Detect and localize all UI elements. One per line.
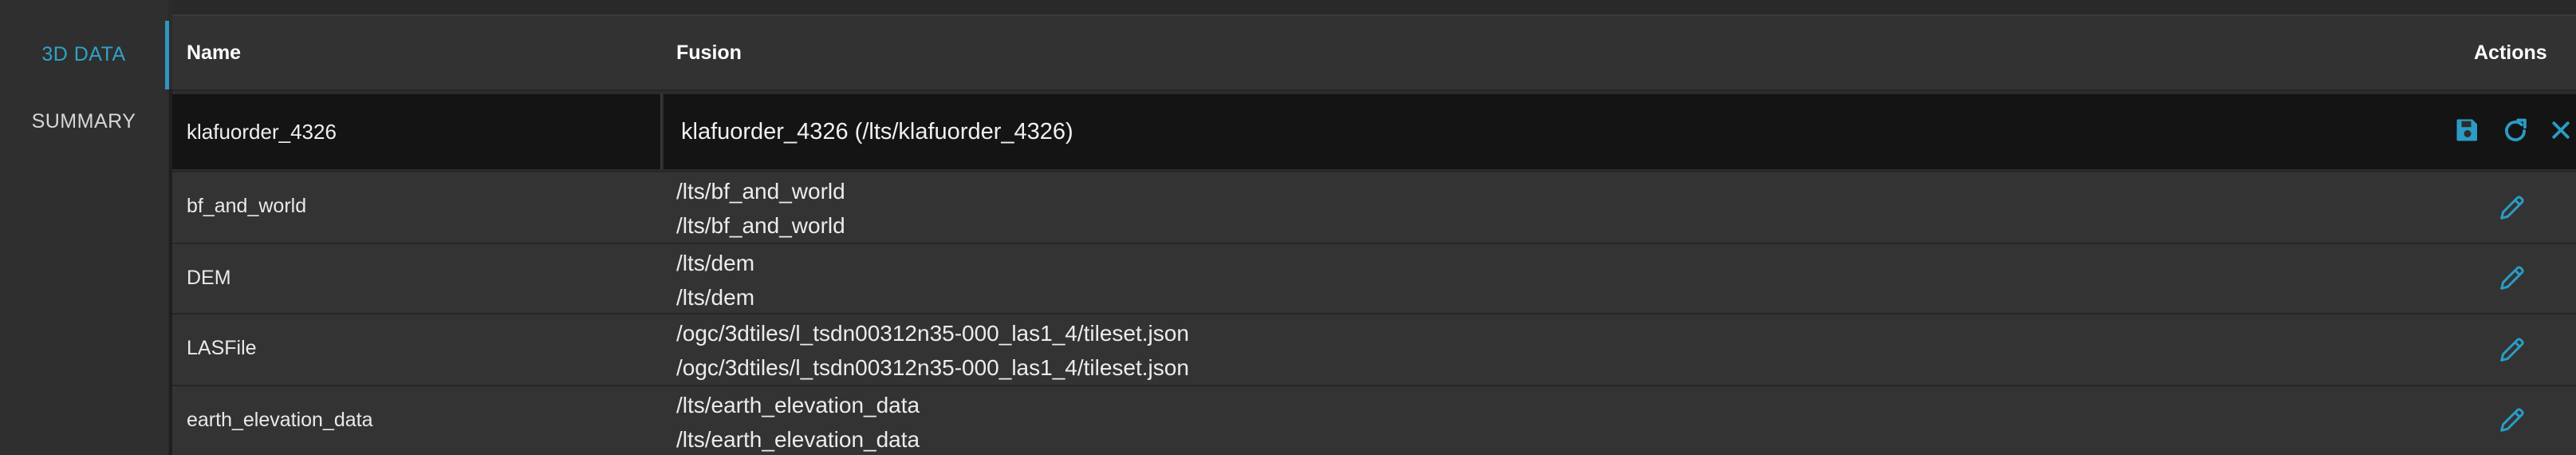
close-icon[interactable]	[2549, 118, 2573, 142]
fusion-line: /lts/dem	[676, 251, 755, 275]
sidebar-item-summary[interactable]: SUMMARY	[0, 110, 167, 133]
row-fusion: /lts/earth_elevation_data /lts/earth_ele…	[676, 388, 920, 455]
fusion-line: /lts/bf_and_world	[676, 213, 845, 238]
pencil-icon[interactable]	[2496, 262, 2528, 294]
table-row-editing: klafuorder_4326 klafuorder_4326 (/lts/kl…	[172, 91, 2576, 172]
name-field[interactable]: klafuorder_4326	[172, 94, 662, 169]
pencil-icon[interactable]	[2496, 192, 2528, 224]
pencil-icon[interactable]	[2496, 334, 2528, 366]
table-top-strip	[172, 0, 2576, 16]
table-header: Name Fusion Actions	[172, 16, 2576, 91]
sidebar-item-3d-data[interactable]: 3D DATA	[0, 43, 167, 66]
save-icon[interactable]	[2453, 116, 2482, 144]
table-row: bf_and_world /lts/bf_and_world /lts/bf_a…	[172, 172, 2576, 244]
row-fusion: /ogc/3dtiles/l_tsdn00312n35-000_las1_4/t…	[676, 316, 1189, 385]
row-name: LASFile	[187, 337, 257, 359]
fusion-line: /lts/earth_elevation_data	[676, 427, 920, 452]
row-fusion: /lts/dem /lts/dem	[676, 246, 754, 315]
fusion-line: /ogc/3dtiles/l_tsdn00312n35-000_las1_4/t…	[676, 321, 1189, 346]
pencil-icon[interactable]	[2496, 404, 2528, 436]
data-table: Name Fusion Actions klafuorder_4326 klaf…	[172, 0, 2576, 455]
row-fusion: /lts/bf_and_world /lts/bf_and_world	[676, 174, 845, 243]
app-window: 3D DATA SUMMARY Name Fusion Actions klaf…	[0, 0, 2576, 455]
table-row: LASFile /ogc/3dtiles/l_tsdn00312n35-000_…	[172, 315, 2576, 386]
fusion-line: /lts/bf_and_world	[676, 179, 845, 204]
sidebar: 3D DATA SUMMARY	[0, 0, 169, 455]
column-header-fusion[interactable]: Fusion	[676, 16, 742, 89]
table-row: earth_elevation_data /lts/earth_elevatio…	[172, 386, 2576, 455]
fusion-select-value: klafuorder_4326 (/lts/klafuorder_4326)	[681, 119, 1073, 144]
fusion-line: /ogc/3dtiles/l_tsdn00312n35-000_las1_4/t…	[676, 355, 1189, 380]
active-indicator	[165, 21, 169, 89]
table-row: DEM /lts/dem /lts/dem	[172, 244, 2576, 315]
column-header-actions: Actions	[2474, 42, 2547, 64]
fusion-select[interactable]: klafuorder_4326 (/lts/klafuorder_4326)	[664, 94, 2576, 169]
name-field-value: klafuorder_4326	[187, 120, 337, 144]
row-name: DEM	[187, 267, 231, 289]
refresh-icon[interactable]	[2500, 116, 2531, 146]
fusion-line: /lts/dem	[676, 285, 755, 310]
row-name: bf_and_world	[187, 195, 307, 217]
column-header-name[interactable]: Name	[187, 16, 241, 89]
sidebar-item-label: SUMMARY	[31, 110, 136, 133]
sidebar-item-label: 3D DATA	[41, 43, 126, 65]
fusion-line: /lts/earth_elevation_data	[676, 393, 920, 417]
row-name: earth_elevation_data	[187, 409, 373, 431]
